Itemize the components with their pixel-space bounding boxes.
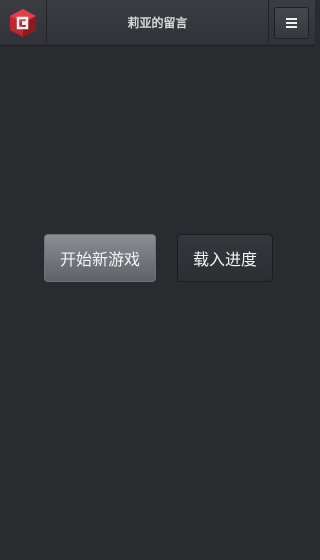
page-title: 莉亚的留言 xyxy=(127,16,188,30)
menu-button[interactable] xyxy=(274,7,309,39)
load-progress-button[interactable]: 载入进度 xyxy=(177,234,273,282)
menu-divider xyxy=(268,0,269,46)
logo-container[interactable] xyxy=(0,0,47,46)
app-root: 莉亚的留言 开始新游戏 载入进度 xyxy=(0,0,315,560)
top-bar: 莉亚的留言 xyxy=(0,0,315,46)
hamburger-menu-icon xyxy=(286,18,297,28)
new-game-button[interactable]: 开始新游戏 xyxy=(44,234,156,282)
red-cube-logo-icon xyxy=(10,9,36,37)
